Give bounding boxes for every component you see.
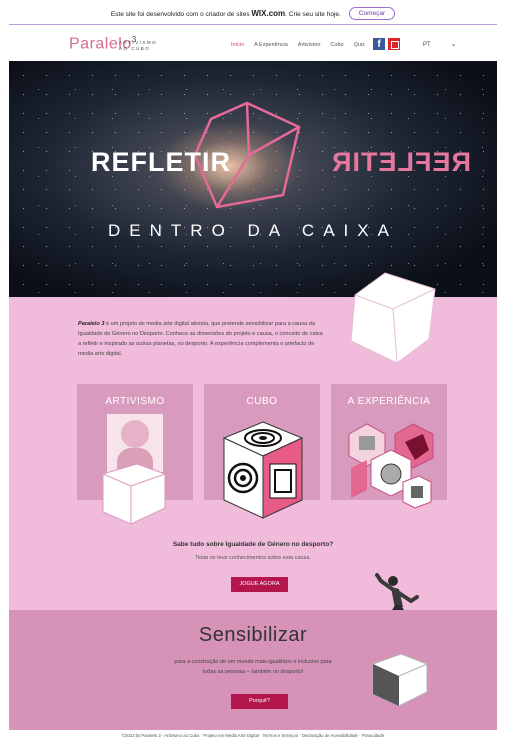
logo-subtitle: ARTIVISMO AO CUBO: [119, 40, 158, 51]
nav-item-cubo[interactable]: Cubo: [330, 42, 343, 48]
intro-title: Paralelo 3: [78, 321, 105, 327]
language-selector[interactable]: PT ⌄: [423, 40, 457, 48]
nav-item-quiz[interactable]: Quiz: [354, 42, 365, 48]
wix-banner-text: Este site foi desenvolvido com o criador…: [110, 9, 341, 18]
nav-item-experiencia[interactable]: A Experiência: [254, 42, 288, 48]
card-title: CUBO: [246, 396, 278, 407]
intro-body: é um projeto de media arte digital ativi…: [78, 321, 323, 357]
intro-paragraph: Paralelo 3 é um projeto de media arte di…: [78, 319, 324, 359]
hero-subtitle: DENTRO DA CAIXA: [108, 221, 398, 240]
wix-banner: Este site foi desenvolvido com o criador…: [9, 3, 497, 25]
white-cube-icon: [350, 272, 436, 364]
quiz-subtitle: Testa os teus conhecimentos sobre esta c…: [195, 555, 311, 561]
hero-word-mirrored: REFLETIR: [331, 147, 471, 177]
why-button[interactable]: Porquê?: [231, 694, 288, 709]
main-nav: Início A Experiência Artivismo Cubo Quiz: [231, 42, 365, 48]
hero-word-left: REFLETIR: [91, 147, 231, 177]
site-header: Paralelo3 ARTIVISMO AO CUBO Início A Exp…: [9, 27, 497, 61]
experience-cubes-icon: [348, 423, 434, 509]
cards-row: ARTIVISMO CUBO A EXPERIÊNCIA: [77, 384, 447, 525]
site-footer: ©2023 by Paralelo 3 - Artivismo ao Cubo …: [121, 733, 385, 738]
card-title: ARTIVISMO: [105, 396, 165, 407]
white-cube-icon: [372, 653, 428, 707]
card-cubo[interactable]: CUBO: [204, 384, 320, 519]
wix-start-button[interactable]: Começar: [348, 7, 396, 20]
nav-item-inicio[interactable]: Início: [231, 42, 244, 48]
section-title: Sensibilizar: [198, 624, 308, 646]
hero-banner: REFLETIR REFLETIR DENTRO DA CAIXA: [9, 61, 497, 297]
intro-section: Paralelo 3 é um projeto de media arte di…: [9, 272, 497, 658]
optical-cube-icon: [222, 421, 304, 519]
facebook-icon[interactable]: f: [373, 38, 385, 50]
social-links: f: [373, 38, 400, 50]
section-text: para a construção de um mundo mais igual…: [174, 659, 332, 675]
card-title: A EXPERIÊNCIA: [347, 396, 431, 407]
sensibilizar-section: Sensibilizar para a construção de um mun…: [9, 610, 497, 730]
quiz-question: Sabe tudo sobre Igualdade de Género no d…: [172, 541, 334, 548]
play-now-button[interactable]: JOGUE AGORA: [231, 577, 288, 592]
card-artivismo[interactable]: ARTIVISMO: [77, 384, 193, 525]
youtube-icon[interactable]: [388, 38, 400, 50]
chevron-down-icon: ⌄: [450, 41, 457, 48]
nav-item-artivismo[interactable]: Artivismo: [298, 42, 321, 48]
white-cube-icon: [102, 463, 166, 525]
page: Este site foi desenvolvido com o criador…: [9, 0, 497, 742]
card-experiencia[interactable]: A EXPERIÊNCIA: [331, 384, 447, 509]
